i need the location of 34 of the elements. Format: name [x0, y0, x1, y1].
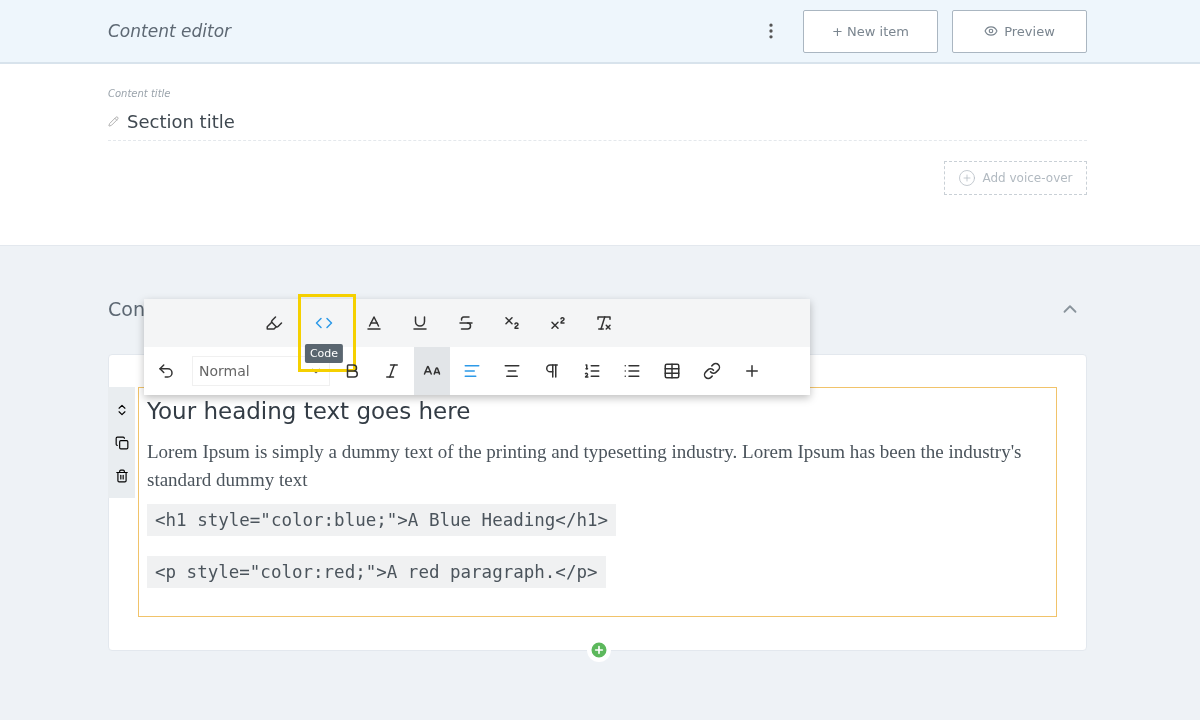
font-color-icon — [365, 314, 383, 332]
pencil-icon — [108, 116, 119, 127]
strikethrough-icon — [457, 314, 475, 332]
add-voice-over-button[interactable]: Add voice-over — [944, 161, 1087, 195]
table-icon — [663, 362, 681, 380]
section-title: Con — [108, 298, 145, 320]
paragraph-icon — [543, 362, 561, 380]
delete-icon[interactable] — [114, 468, 129, 483]
ordered-list-icon — [583, 362, 601, 380]
highlighter-icon — [265, 314, 283, 332]
page-title: Content editor — [108, 21, 233, 41]
heading-text: Your heading text goes here — [147, 398, 472, 424]
align-center-icon — [503, 362, 521, 380]
title-field[interactable]: Section title — [108, 111, 1087, 141]
copy-icon[interactable] — [114, 435, 129, 450]
superscript-icon — [549, 314, 567, 332]
preview-button[interactable]: Preview — [952, 9, 1087, 53]
new-item-button[interactable]: + New item — [803, 9, 938, 53]
link-icon — [703, 362, 721, 380]
paragraph-text: Lorem Ipsum is simply a dummy text of the printing and typesetting industry. Lorem Ipsum has been the industry's standard dummy text — [147, 440, 1023, 492]
tooltip: Code — [304, 344, 344, 363]
toolbar-button[interactable] — [414, 347, 450, 395]
clear-format-icon — [595, 314, 613, 332]
align-left-icon — [463, 362, 481, 380]
plus-icon — [743, 362, 761, 380]
add-icon — [958, 169, 977, 187]
subscript-icon — [503, 314, 521, 332]
bullet-list-icon — [623, 362, 641, 380]
italic-icon — [383, 362, 401, 380]
eye-icon — [984, 24, 999, 38]
add-icon — [589, 640, 609, 660]
undo-icon — [157, 362, 175, 380]
underline-icon — [411, 314, 429, 332]
field-label: Content title — [108, 88, 172, 99]
